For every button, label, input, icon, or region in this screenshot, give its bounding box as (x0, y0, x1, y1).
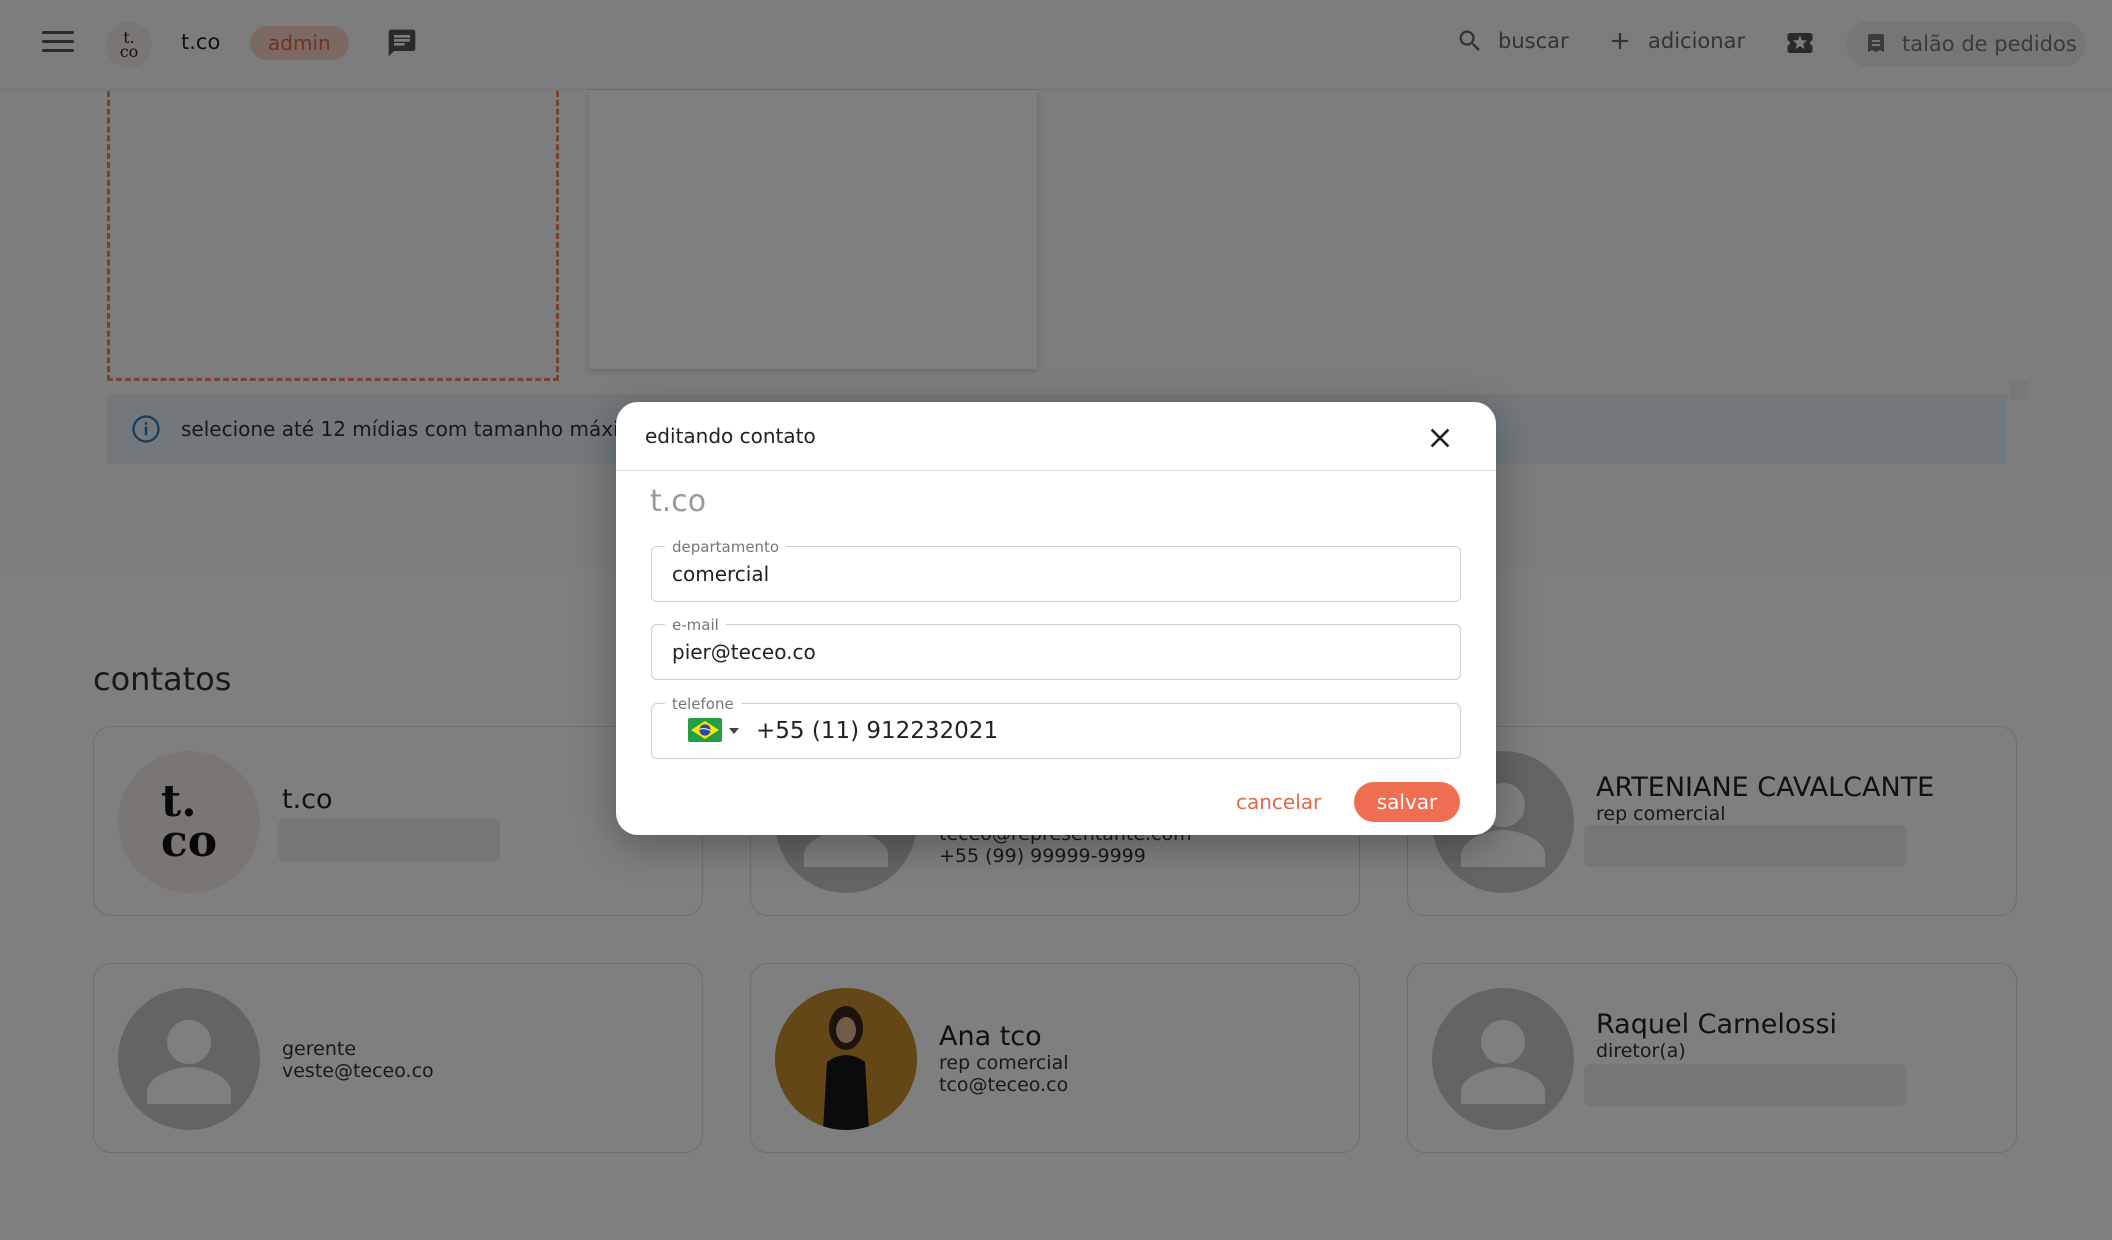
email-input[interactable] (672, 638, 1432, 666)
phone-input[interactable] (756, 717, 1516, 745)
dialog-divider (616, 470, 1496, 471)
department-field[interactable]: departamento (651, 538, 1461, 602)
save-button[interactable]: salvar (1354, 782, 1460, 822)
email-field[interactable]: e-mail (651, 616, 1461, 680)
app-page: t. co t.co admin buscar adicionar talão … (0, 0, 2112, 1240)
edit-contact-dialog: editando contato t.co departamento e-mai… (616, 402, 1516, 835)
dialog-organization: t.co (650, 484, 707, 519)
phone-field[interactable]: telefone (651, 695, 1516, 759)
cancel-button[interactable]: cancelar (1236, 790, 1321, 814)
department-label: departamento (665, 538, 787, 556)
email-label: e-mail (665, 616, 726, 634)
brazil-flag-icon[interactable] (688, 718, 722, 742)
department-input[interactable] (672, 560, 1432, 588)
close-icon[interactable] (1424, 422, 1456, 454)
country-dropdown-icon[interactable] (729, 728, 739, 734)
dialog-title: editando contato (645, 424, 816, 448)
phone-label: telefone (665, 695, 741, 713)
